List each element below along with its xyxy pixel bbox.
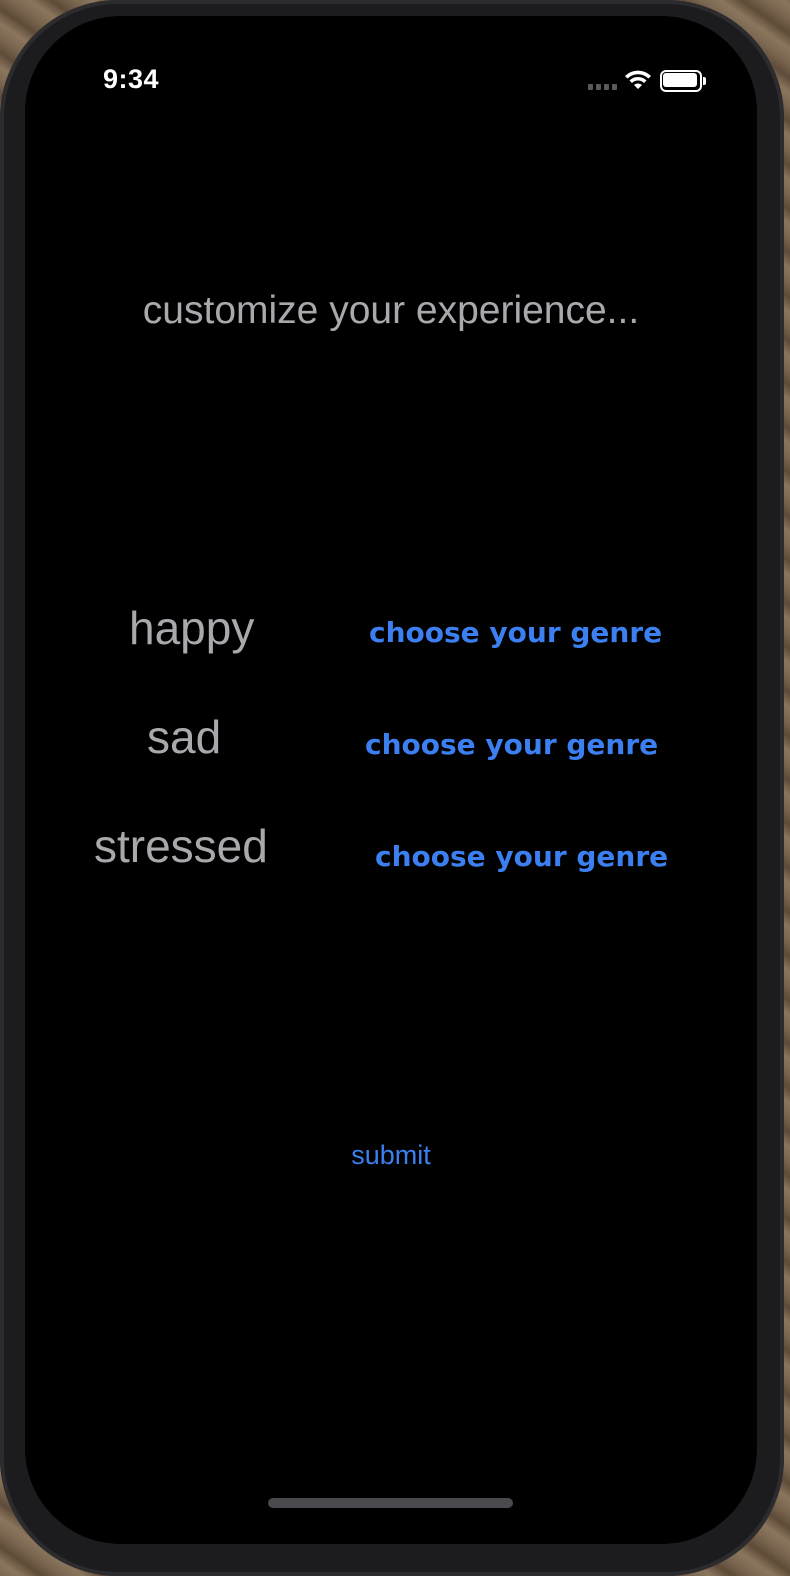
status-time: 9:34 [103,64,160,94]
phone-frame: 9:34 customize your experience... happy … [0,0,784,1576]
cellular-signal-icon [588,84,618,90]
home-indicator[interactable] [268,1498,513,1508]
choose-genre-button-happy[interactable]: choose your genre [369,616,662,649]
choose-genre-button-sad[interactable]: choose your genre [365,728,658,761]
battery-icon [660,70,706,92]
mood-label-sad: sad [147,711,222,763]
app-screen: 9:34 customize your experience... happy … [25,16,757,1544]
wifi-icon [625,70,651,89]
choose-genre-button-stressed[interactable]: choose your genre [375,840,668,873]
mood-label-stressed: stressed [94,820,268,872]
mood-label-happy: happy [129,602,255,654]
submit-button[interactable]: submit [25,1140,757,1171]
page-title: customize your experience... [142,289,640,332]
